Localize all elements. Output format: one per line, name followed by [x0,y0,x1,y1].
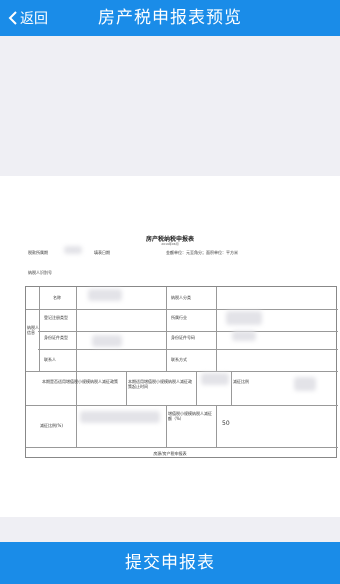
declaration-table: 纳税人信息 名称 纳税人分类 登记注册类型 所属行业 身份证件类型 身份证件号码… [25,286,338,458]
policy-period-label: 本期适用增值税小规模纳税人减征政策起止时间 [128,379,192,389]
redacted-value [88,289,122,301]
redacted-value [232,331,256,341]
contact-person-label: 联系人 [44,357,56,362]
taxpayer-info-label: 纳税人信息 [27,325,39,335]
submit-declaration-button[interactable]: 提交申报表 [0,542,340,584]
page-title: 房产税申报表预览 [98,8,242,28]
id-number-label: 身份证件号码 [171,335,195,340]
unit-note: 金额单位：元至角分；面积单位：平方米 [166,250,238,255]
contact-info-label: 联系方式 [171,357,187,362]
industry-label: 所属行业 [171,315,187,320]
back-button[interactable]: 返回 [8,0,48,36]
small-scale-question: 本期是否适用增值税小规模纳税人减征政策 [42,379,118,384]
chevron-left-icon [8,11,17,25]
reduction-amount-label: 增值税小规模纳税人减征额（%） [168,411,212,421]
preview-area: 房产税纳税申报表 2019年06月 税款所属期 填表日期 金额单位：元至角分；面… [0,36,340,542]
redacted-value [80,411,160,423]
name-label: 名称 [53,295,61,300]
redacted-value [226,311,262,325]
back-label: 返回 [20,11,48,27]
reg-type-label: 登记注册类型 [44,315,68,320]
redacted-value [201,373,229,385]
redacted-value [64,246,82,254]
taxpayer-class-label: 纳税人分类 [171,295,191,300]
top-nav-bar: 返回 房产税申报表预览 [0,0,340,36]
form-footer: 房源/房产税申报表 [153,451,187,456]
taxpayer-id-label: 纳税人识别号 [28,270,52,275]
reduction-label: 减征比例 [233,379,249,384]
redacted-value [294,377,316,391]
form-date: 2019年06月 [161,242,179,246]
tax-period-label: 税款所属期 [28,250,48,255]
redacted-value [92,335,122,347]
declaration-form-preview[interactable]: 房产税纳税申报表 2019年06月 税款所属期 填表日期 金额单位：元至角分；面… [0,176,340,517]
reduction-ratio-label: 减征比例(%) [40,423,63,428]
fill-date-label: 填表日期 [94,250,110,255]
reduction-value: 50 [222,420,230,427]
id-type-label: 身份证件类型 [44,335,68,340]
